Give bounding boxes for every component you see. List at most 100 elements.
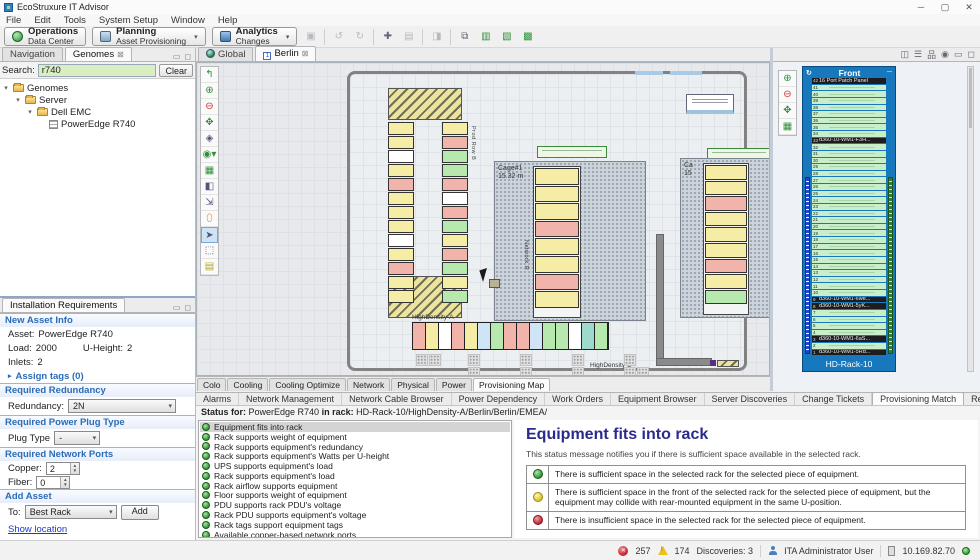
layer-tab-physical[interactable]: Physical — [391, 378, 435, 391]
plug-type-select[interactable]: - — [54, 431, 100, 445]
cage-rack[interactable] — [535, 203, 579, 220]
check-item[interactable]: Rack PDU supports equipment's voltage — [200, 510, 510, 520]
layer-tab-provisioning-map[interactable]: Provisioning Map — [473, 378, 550, 391]
tree-item-poweredge-r740[interactable]: PowerEdge R740 — [2, 118, 193, 130]
map-rack[interactable] — [413, 323, 426, 349]
rack-slot-free[interactable]: 35 — [812, 124, 886, 130]
map-rack[interactable] — [442, 164, 468, 177]
map-rack[interactable] — [442, 122, 468, 135]
map-rack[interactable] — [543, 323, 556, 349]
rack-slot-free[interactable]: 37 — [812, 111, 886, 117]
map-rack[interactable] — [504, 323, 517, 349]
map-rack[interactable] — [442, 234, 468, 247]
rack-slot-free[interactable]: 22 — [812, 211, 886, 217]
layers-icon[interactable]: ◉▾ — [201, 147, 218, 163]
tab-alarms[interactable]: Alarms — [196, 393, 239, 405]
check-item[interactable]: PDU supports rack PDU's voltage — [200, 500, 510, 510]
rack-slot-free[interactable]: 6 — [812, 317, 886, 323]
perspective-planning[interactable]: PlanningAsset Provisioning ▾ — [92, 27, 205, 46]
map-rack[interactable] — [491, 323, 504, 349]
perspective-analytics[interactable]: AnalyticsChanges ▾ — [212, 27, 298, 46]
close-icon[interactable]: ⊠ — [302, 49, 309, 58]
tab-recommendation[interactable]: Recommendation — [964, 393, 980, 405]
perspective-operations[interactable]: OperationsData Center — [4, 27, 86, 46]
rack-slot-occupied[interactable]: 8d360-10-WM1-5yK... — [812, 303, 886, 309]
rack-slot-free[interactable]: 11 — [812, 283, 886, 289]
map-rack[interactable] — [388, 164, 414, 177]
zoom-out-icon[interactable]: ⊖ — [201, 99, 218, 115]
zoom-out-icon[interactable]: ⊖ — [779, 87, 796, 103]
rack-slot-free[interactable]: 14 — [812, 264, 886, 270]
rack-slot-free[interactable]: 16 — [812, 250, 886, 256]
map-rack[interactable] — [388, 262, 414, 275]
report-icon[interactable]: ▥ — [478, 29, 493, 44]
layer-tab-cooling[interactable]: Cooling — [227, 378, 268, 391]
map-rack[interactable] — [517, 323, 530, 349]
expander-icon[interactable]: ▾ — [14, 96, 22, 104]
map-rack[interactable] — [388, 150, 414, 163]
cage-rack[interactable] — [705, 227, 747, 242]
tab-installation-requirements[interactable]: Installation Requirements — [2, 298, 125, 312]
rack-slot-free[interactable]: 32 — [812, 144, 886, 150]
menu-window[interactable]: Window — [171, 15, 205, 26]
rack-slot-free[interactable]: 7 — [812, 310, 886, 316]
menu-file[interactable]: File — [6, 15, 21, 26]
cage-rack[interactable] — [705, 181, 747, 196]
rack-slot-free[interactable]: 38 — [812, 105, 886, 111]
map-rack[interactable] — [442, 192, 468, 205]
rack-slot-free[interactable]: 13 — [812, 270, 886, 276]
rack-slot-free[interactable]: 30 — [812, 158, 886, 164]
measure-icon[interactable]: ▤ — [201, 259, 218, 275]
close-icon[interactable]: ✕ — [958, 1, 980, 14]
rack-pdu-left[interactable] — [805, 177, 810, 354]
map-rack[interactable] — [452, 323, 465, 349]
zoom-in-icon[interactable]: ⊕ — [201, 83, 218, 99]
link-icon[interactable]: ⧉ — [457, 29, 472, 44]
rack-row-b[interactable] — [442, 122, 468, 303]
map-rack[interactable] — [595, 323, 608, 349]
map-rack[interactable] — [442, 248, 468, 261]
menu-edit[interactable]: Edit — [34, 15, 50, 26]
menu-tools[interactable]: Tools — [64, 15, 86, 26]
close-icon[interactable]: ⊠ — [117, 50, 124, 59]
pointer-tool-icon[interactable]: ➤ — [201, 227, 218, 243]
rack-slot-free[interactable]: 15 — [812, 257, 886, 263]
cage-rack[interactable] — [535, 274, 579, 291]
rack-slot-free[interactable]: 2 — [812, 343, 886, 349]
check-item[interactable]: Floor supports weight of equipment — [200, 491, 510, 501]
tab-network-management[interactable]: Network Management — [239, 393, 342, 405]
collapse-icon[interactable]: ─ — [887, 69, 892, 76]
tab-server-discoveries[interactable]: Server Discoveries — [705, 393, 796, 405]
tab-power-dependency[interactable]: Power Dependency — [452, 393, 546, 405]
rack-slot-free[interactable]: 4 — [812, 330, 886, 336]
expander-icon[interactable]: ▾ — [26, 108, 34, 116]
minimize-view-icon[interactable]: ▭ — [173, 303, 181, 312]
map-rack[interactable] — [478, 323, 491, 349]
minimize-view-icon[interactable]: ▭ — [173, 52, 181, 61]
expander-icon[interactable]: ▾ — [2, 84, 10, 92]
map-rack[interactable] — [442, 276, 468, 289]
cage-rack[interactable] — [705, 259, 747, 274]
rack-grid-icon[interactable]: ▦ — [779, 119, 796, 135]
tab-provisioning-match[interactable]: Provisioning Match — [872, 392, 964, 405]
rack-slot-occupied[interactable]: 33d360-10-WM1-F3H... — [812, 138, 886, 144]
list-view-icon[interactable]: ☰ — [914, 49, 922, 60]
search-input[interactable]: r740 — [38, 64, 157, 77]
tab-berlin[interactable]: 1Berlin⊠ — [255, 46, 316, 61]
map-rack[interactable] — [442, 262, 468, 275]
cage-rack[interactable] — [535, 168, 579, 185]
check-item[interactable]: Rack supports equipment's redundancy — [200, 442, 510, 452]
map-rack[interactable] — [442, 290, 468, 303]
check-item[interactable]: UPS supports equipment's load — [200, 461, 510, 471]
check-item[interactable]: Rack supports weight of equipment — [200, 432, 510, 442]
stamp-icon[interactable]: ◨ — [429, 29, 444, 44]
layer-tab-cooling-optimize[interactable]: Cooling Optimize — [269, 378, 346, 391]
cage-rack[interactable] — [705, 243, 747, 258]
zoom-fit-icon[interactable]: ✥ — [201, 115, 218, 131]
map-rack[interactable] — [442, 220, 468, 233]
rack-slot-free[interactable]: 18 — [812, 237, 886, 243]
cage-rack[interactable] — [535, 221, 579, 238]
back-icon[interactable]: ↰ — [201, 67, 218, 83]
zoom-fit-icon[interactable]: ✥ — [779, 103, 796, 119]
redo-icon[interactable]: ↻ — [352, 29, 367, 44]
